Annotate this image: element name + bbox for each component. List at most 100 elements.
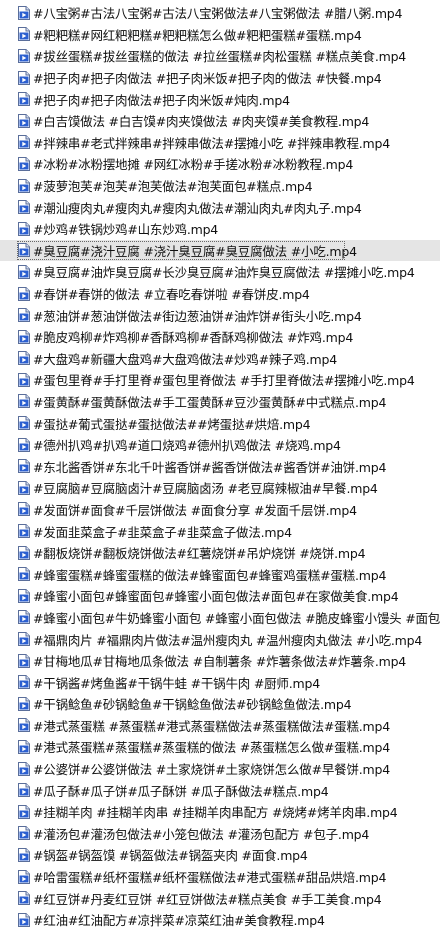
file-name: #挂糊羊肉 #挂糊羊肉串 #挂糊羊肉串配方 #烧烤#烤羊肉串.mp4 [33,805,398,821]
file-name: #大盘鸡#新疆大盘鸡#大盘鸡做法#炒鸡#辣子鸡.mp4 [33,351,338,367]
file-name: #甘梅地瓜#甘梅地瓜条做法 #自制薯条 #炸薯条做法#炸薯条.mp4 [33,654,407,670]
video-file-icon [18,27,30,42]
video-file-icon [18,847,30,862]
file-name: #脆皮鸡柳#炸鸡柳#香酥鸡柳#香酥鸡柳做法 #炸鸡.mp4 [33,330,354,346]
file-row[interactable]: #拔丝蛋糕#拔丝蛋糕的做法 #拉丝蛋糕#肉松蛋糕 #糕点美食.mp4 [0,45,440,67]
file-row[interactable]: #干锅酱#烤鱼酱#干锅牛蛙 #干锅牛肉 #厨师.mp4 [0,671,440,693]
file-row[interactable]: #菠萝泡芙#泡芙#泡芙做法#泡芙面包#糕点.mp4 [0,175,440,197]
video-file-icon [18,243,30,258]
file-name: #豆腐脑#豆腐脑卤汁#豆腐脑卤汤 #老豆腐辣椒油#早餐.mp4 [33,481,378,497]
video-file-icon [18,459,30,474]
file-row[interactable]: #把子肉#把子肉做法 #把子肉米饭#把子肉的做法 #快餐.mp4 [0,67,440,89]
file-row[interactable]: #挂糊羊肉 #挂糊羊肉串 #挂糊羊肉串配方 #烧烤#烤羊肉串.mp4 [0,801,440,823]
video-file-icon [18,567,30,582]
file-name: #东北酱香饼#东北千叶酱香饼#酱香饼做法#酱香饼#油饼.mp4 [33,459,387,475]
video-file-icon [18,480,30,495]
file-row[interactable]: #蛋挞#葡式蛋挞#蛋挞做法##烤蛋挞#烘焙.mp4 [0,412,440,434]
file-row[interactable]: #大盘鸡#新疆大盘鸡#大盘鸡做法#炒鸡#辣子鸡.mp4 [0,348,440,370]
file-row[interactable]: #翻板烧饼#翻板烧饼做法#红薯烧饼#吊炉烧饼 #烧饼.mp4 [0,542,440,564]
video-file-icon [18,545,30,560]
video-file-icon [18,653,30,668]
video-file-icon [18,286,30,301]
file-name: #福鼎肉片 #福鼎肉片做法#温州瘦肉丸 #温州瘦肉丸做法 #小吃.mp4 [33,632,423,648]
file-row[interactable]: #春饼#春饼的做法 #立春吃春饼啦 #春饼皮.mp4 [0,283,440,305]
video-file-icon [18,200,30,215]
video-file-icon [18,70,30,85]
file-row[interactable]: #锅盔#锅盔馍 #锅盔做法#锅盔夹肉 #面食.mp4 [0,844,440,866]
file-row[interactable]: #臭豆腐#油炸臭豆腐#长沙臭豆腐#油炸臭豆腐做法 #摆摊小吃.mp4 [0,261,440,283]
file-name: #哈雷蛋糕#纸杯蛋糕#纸杯蛋糕做法#港式蛋糕#甜品烘焙.mp4 [33,870,387,886]
file-row[interactable]: #公婆饼#公婆饼做法 #土家烧饼#土家烧饼怎么做#早餐饼.mp4 [0,758,440,780]
video-file-icon [18,610,30,625]
file-name: #红油#红油配方#凉拌菜#凉菜红油#美食教程.mp4 [33,913,325,929]
video-file-icon [18,156,30,171]
file-row[interactable]: #发面韭菜盒子#韭菜盒子#韭菜盒子做法.mp4 [0,520,440,542]
video-file-icon [18,912,30,927]
file-name: #把子肉#把子肉做法 #把子肉米饭#把子肉的做法 #快餐.mp4 [33,71,382,87]
file-row[interactable]: #拌辣串#老式拌辣串#拌辣串做法#摆摊小吃 #拌辣串教程.mp4 [0,132,440,154]
file-name: #公婆饼#公婆饼做法 #土家烧饼#土家烧饼怎么做#早餐饼.mp4 [33,762,390,778]
file-row[interactable]: #脆皮鸡柳#炸鸡柳#香酥鸡柳#香酥鸡柳做法 #炸鸡.mp4 [0,326,440,348]
file-name: #干锅酱#烤鱼酱#干锅牛蛙 #干锅牛肉 #厨师.mp4 [33,675,320,691]
file-row[interactable]: #蜂蜜蛋糕#蜂蜜蛋糕的做法#蜂蜜面包#蜂蜜鸡蛋糕#蛋糕.mp4 [0,563,440,585]
file-row[interactable]: #蜂蜜小面包#蜂蜜面包#蜂蜜小面包做法#面包#在家做美食.mp4 [0,585,440,607]
file-row[interactable]: #德州扒鸡#扒鸡#道口烧鸡#德州扒鸡做法 #烧鸡.mp4 [0,434,440,456]
file-name: #蛋黄酥#蛋黄酥做法#手工蛋黄酥#豆沙蛋黄酥#中式糕点.mp4 [33,394,387,410]
file-row[interactable]: #蛋黄酥#蛋黄酥做法#手工蛋黄酥#豆沙蛋黄酥#中式糕点.mp4 [0,391,440,413]
file-row[interactable]: #粑粑糕#网红粑粑糕#粑粑糕怎么做#粑粑蛋糕#蛋糕.mp4 [0,24,440,46]
file-row[interactable]: #蛋包里脊#手打里脊#蛋包里脊做法 #手打里脊做法#摆摊小吃.mp4 [0,369,440,391]
file-row[interactable]: #哈雷蛋糕#纸杯蛋糕#纸杯蛋糕做法#港式蛋糕#甜品烘焙.mp4 [0,866,440,888]
file-name: #炒鸡#铁锅炒鸡#山东炒鸡.mp4 [33,222,219,238]
file-row[interactable]: #蜂蜜小面包#牛奶蜂蜜小面包 #蜂蜜小面包做法 #脆皮蜂蜜小馒头 #面包.mp4 [0,607,440,629]
file-row[interactable]: #灌汤包#灌汤包做法#小笼包做法 #灌汤包配方 #包子.mp4 [0,823,440,845]
video-file-icon [18,891,30,906]
file-name: #干锅鲶鱼#砂锅鲶鱼#干锅鲶鱼做法#砂锅鲶鱼做法.mp4 [33,697,352,713]
file-name: #拌辣串#老式拌辣串#拌辣串做法#摆摊小吃 #拌辣串教程.mp4 [33,135,390,151]
file-name: #拔丝蛋糕#拔丝蛋糕的做法 #拉丝蛋糕#肉松蛋糕 #糕点美食.mp4 [33,49,407,65]
video-file-icon [18,804,30,819]
file-name: #蛋包里脊#手打里脊#蛋包里脊做法 #手打里脊做法#摆摊小吃.mp4 [33,373,415,389]
file-row[interactable]: #港式蒸蛋糕#蒸蛋糕#蒸蛋糕的做法 #蒸蛋糕怎么做#蛋糕.mp4 [0,736,440,758]
file-row[interactable]: #冰粉#冰粉摆地摊 #网红冰粉#手搓冰粉#冰粉教程.mp4 [0,153,440,175]
file-name: #蛋挞#葡式蛋挞#蛋挞做法##烤蛋挞#烘焙.mp4 [33,416,311,432]
video-file-icon [18,5,30,20]
file-name: #发面韭菜盒子#韭菜盒子#韭菜盒子做法.mp4 [33,524,292,540]
video-file-icon [18,826,30,841]
file-name: #白吉馍做法 #白吉馍#肉夹馍做法 #肉夹馍#美食教程.mp4 [33,114,370,130]
file-row[interactable]: #豆腐脑#豆腐脑卤汁#豆腐脑卤汤 #老豆腐辣椒油#早餐.mp4 [0,477,440,499]
file-name: #灌汤包#灌汤包做法#小笼包做法 #灌汤包配方 #包子.mp4 [33,826,370,842]
file-row[interactable]: #红油#红油配方#凉拌菜#凉菜红油#美食教程.mp4 [0,909,440,931]
video-file-icon [18,588,30,603]
file-name: #港式蒸蛋糕#蒸蛋糕#蒸蛋糕的做法 #蒸蛋糕怎么做#蛋糕.mp4 [33,740,390,756]
file-row[interactable]: #东北酱香饼#东北千叶酱香饼#酱香饼做法#酱香饼#油饼.mp4 [0,455,440,477]
video-file-icon [18,675,30,690]
file-row[interactable]: #干锅鲶鱼#砂锅鲶鱼#干锅鲶鱼做法#砂锅鲶鱼做法.mp4 [0,693,440,715]
video-file-icon [18,48,30,63]
file-row[interactable]: #白吉馍做法 #白吉馍#肉夹馍做法 #肉夹馍#美食教程.mp4 [0,110,440,132]
video-file-icon [18,783,30,798]
file-row[interactable]: #红豆饼#丹麦红豆饼 #红豆饼做法#糕点美食 #手工美食.mp4 [0,887,440,909]
video-file-icon [18,437,30,452]
video-file-icon [18,416,30,431]
video-file-icon [18,394,30,409]
file-row[interactable]: #八宝粥#古法八宝粥#古法八宝粥做法#八宝粥做法 #腊八粥.mp4 [0,2,440,24]
file-list: #八宝粥#古法八宝粥#古法八宝粥做法#八宝粥做法 #腊八粥.mp4 #粑粑糕#网红… [0,2,440,931]
file-row[interactable]: #葱油饼#葱油饼做法#街边葱油饼#油炸饼#街头小吃.mp4 [0,304,440,326]
file-row[interactable]: #潮汕瘦肉丸#瘦肉丸#瘦肉丸做法#潮汕肉丸#肉丸子.mp4 [0,196,440,218]
video-file-icon [18,372,30,387]
file-row[interactable]: #福鼎肉片 #福鼎肉片做法#温州瘦肉丸 #温州瘦肉丸做法 #小吃.mp4 [0,628,440,650]
file-row[interactable]: #炒鸡#铁锅炒鸡#山东炒鸡.mp4 [0,218,440,240]
file-name: #把子肉#把子肉做法#把子肉米饭#炖肉.mp4 [33,92,290,108]
file-name: #蜂蜜小面包#蜂蜜面包#蜂蜜小面包做法#面包#在家做美食.mp4 [33,589,399,605]
video-file-icon [18,696,30,711]
video-file-icon [18,351,30,366]
file-row[interactable]: #臭豆腐#浇汁豆腐 #浇汁臭豆腐#臭豆腐做法 #小吃.mp4 [0,239,440,262]
file-row[interactable]: #港式蒸蛋糕 #蒸蛋糕#港式蒸蛋糕做法#蒸蛋糕做法#蛋糕.mp4 [0,715,440,737]
file-row[interactable]: #甘梅地瓜#甘梅地瓜条做法 #自制薯条 #炸薯条做法#炸薯条.mp4 [0,650,440,672]
file-row[interactable]: #把子肉#把子肉做法#把子肉米饭#炖肉.mp4 [0,88,440,110]
file-row[interactable]: #瓜子酥#瓜子饼#瓜子酥饼 #瓜子酥做法#糕点.mp4 [0,779,440,801]
file-row[interactable]: #发面饼#面食#千层饼做法 #面食分享 #发面千层饼.mp4 [0,499,440,521]
file-name: #翻板烧饼#翻板烧饼做法#红薯烧饼#吊炉烧饼 #烧饼.mp4 [33,546,366,562]
video-file-icon [18,264,30,279]
file-name: #菠萝泡芙#泡芙#泡芙做法#泡芙面包#糕点.mp4 [33,179,313,195]
